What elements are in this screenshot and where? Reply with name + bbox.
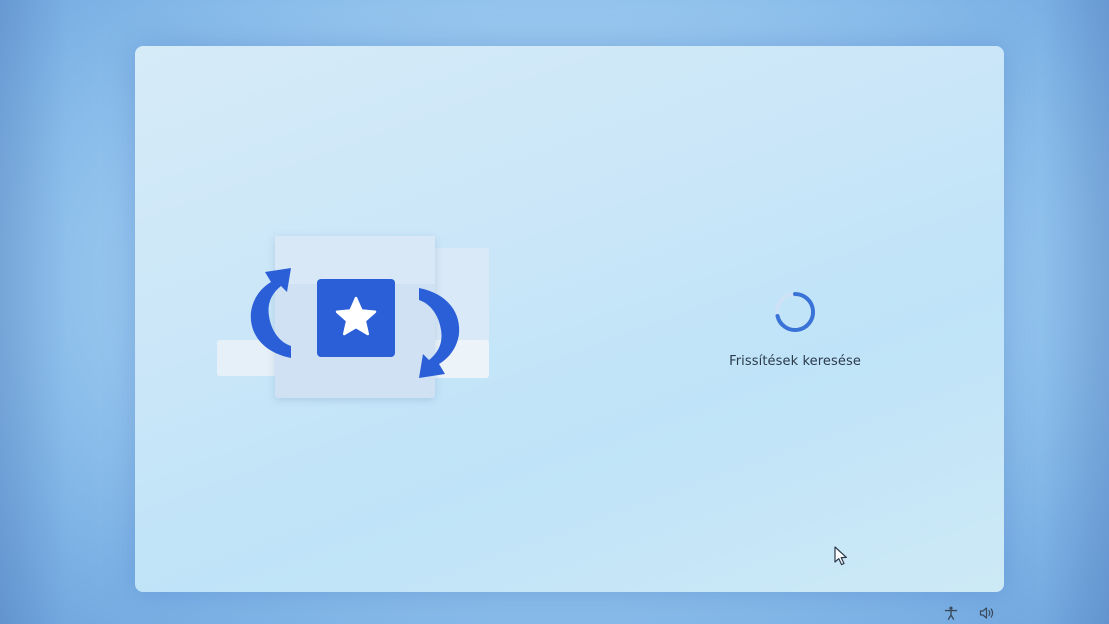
accessibility-icon[interactable] xyxy=(944,606,958,620)
volume-icon[interactable] xyxy=(979,606,995,620)
refresh-arrow-left-icon xyxy=(250,268,291,358)
loading-spinner-icon xyxy=(775,291,816,332)
refresh-arrow-right-icon xyxy=(419,288,460,378)
update-illustration xyxy=(217,236,489,401)
star-icon xyxy=(335,296,377,336)
setup-panel: Frissítések keresése xyxy=(135,46,1004,592)
status-area: Frissítések keresése xyxy=(695,290,895,369)
star-tile xyxy=(317,279,395,357)
mouse-pointer-icon xyxy=(834,546,847,566)
status-text: Frissítések keresése xyxy=(729,354,861,369)
